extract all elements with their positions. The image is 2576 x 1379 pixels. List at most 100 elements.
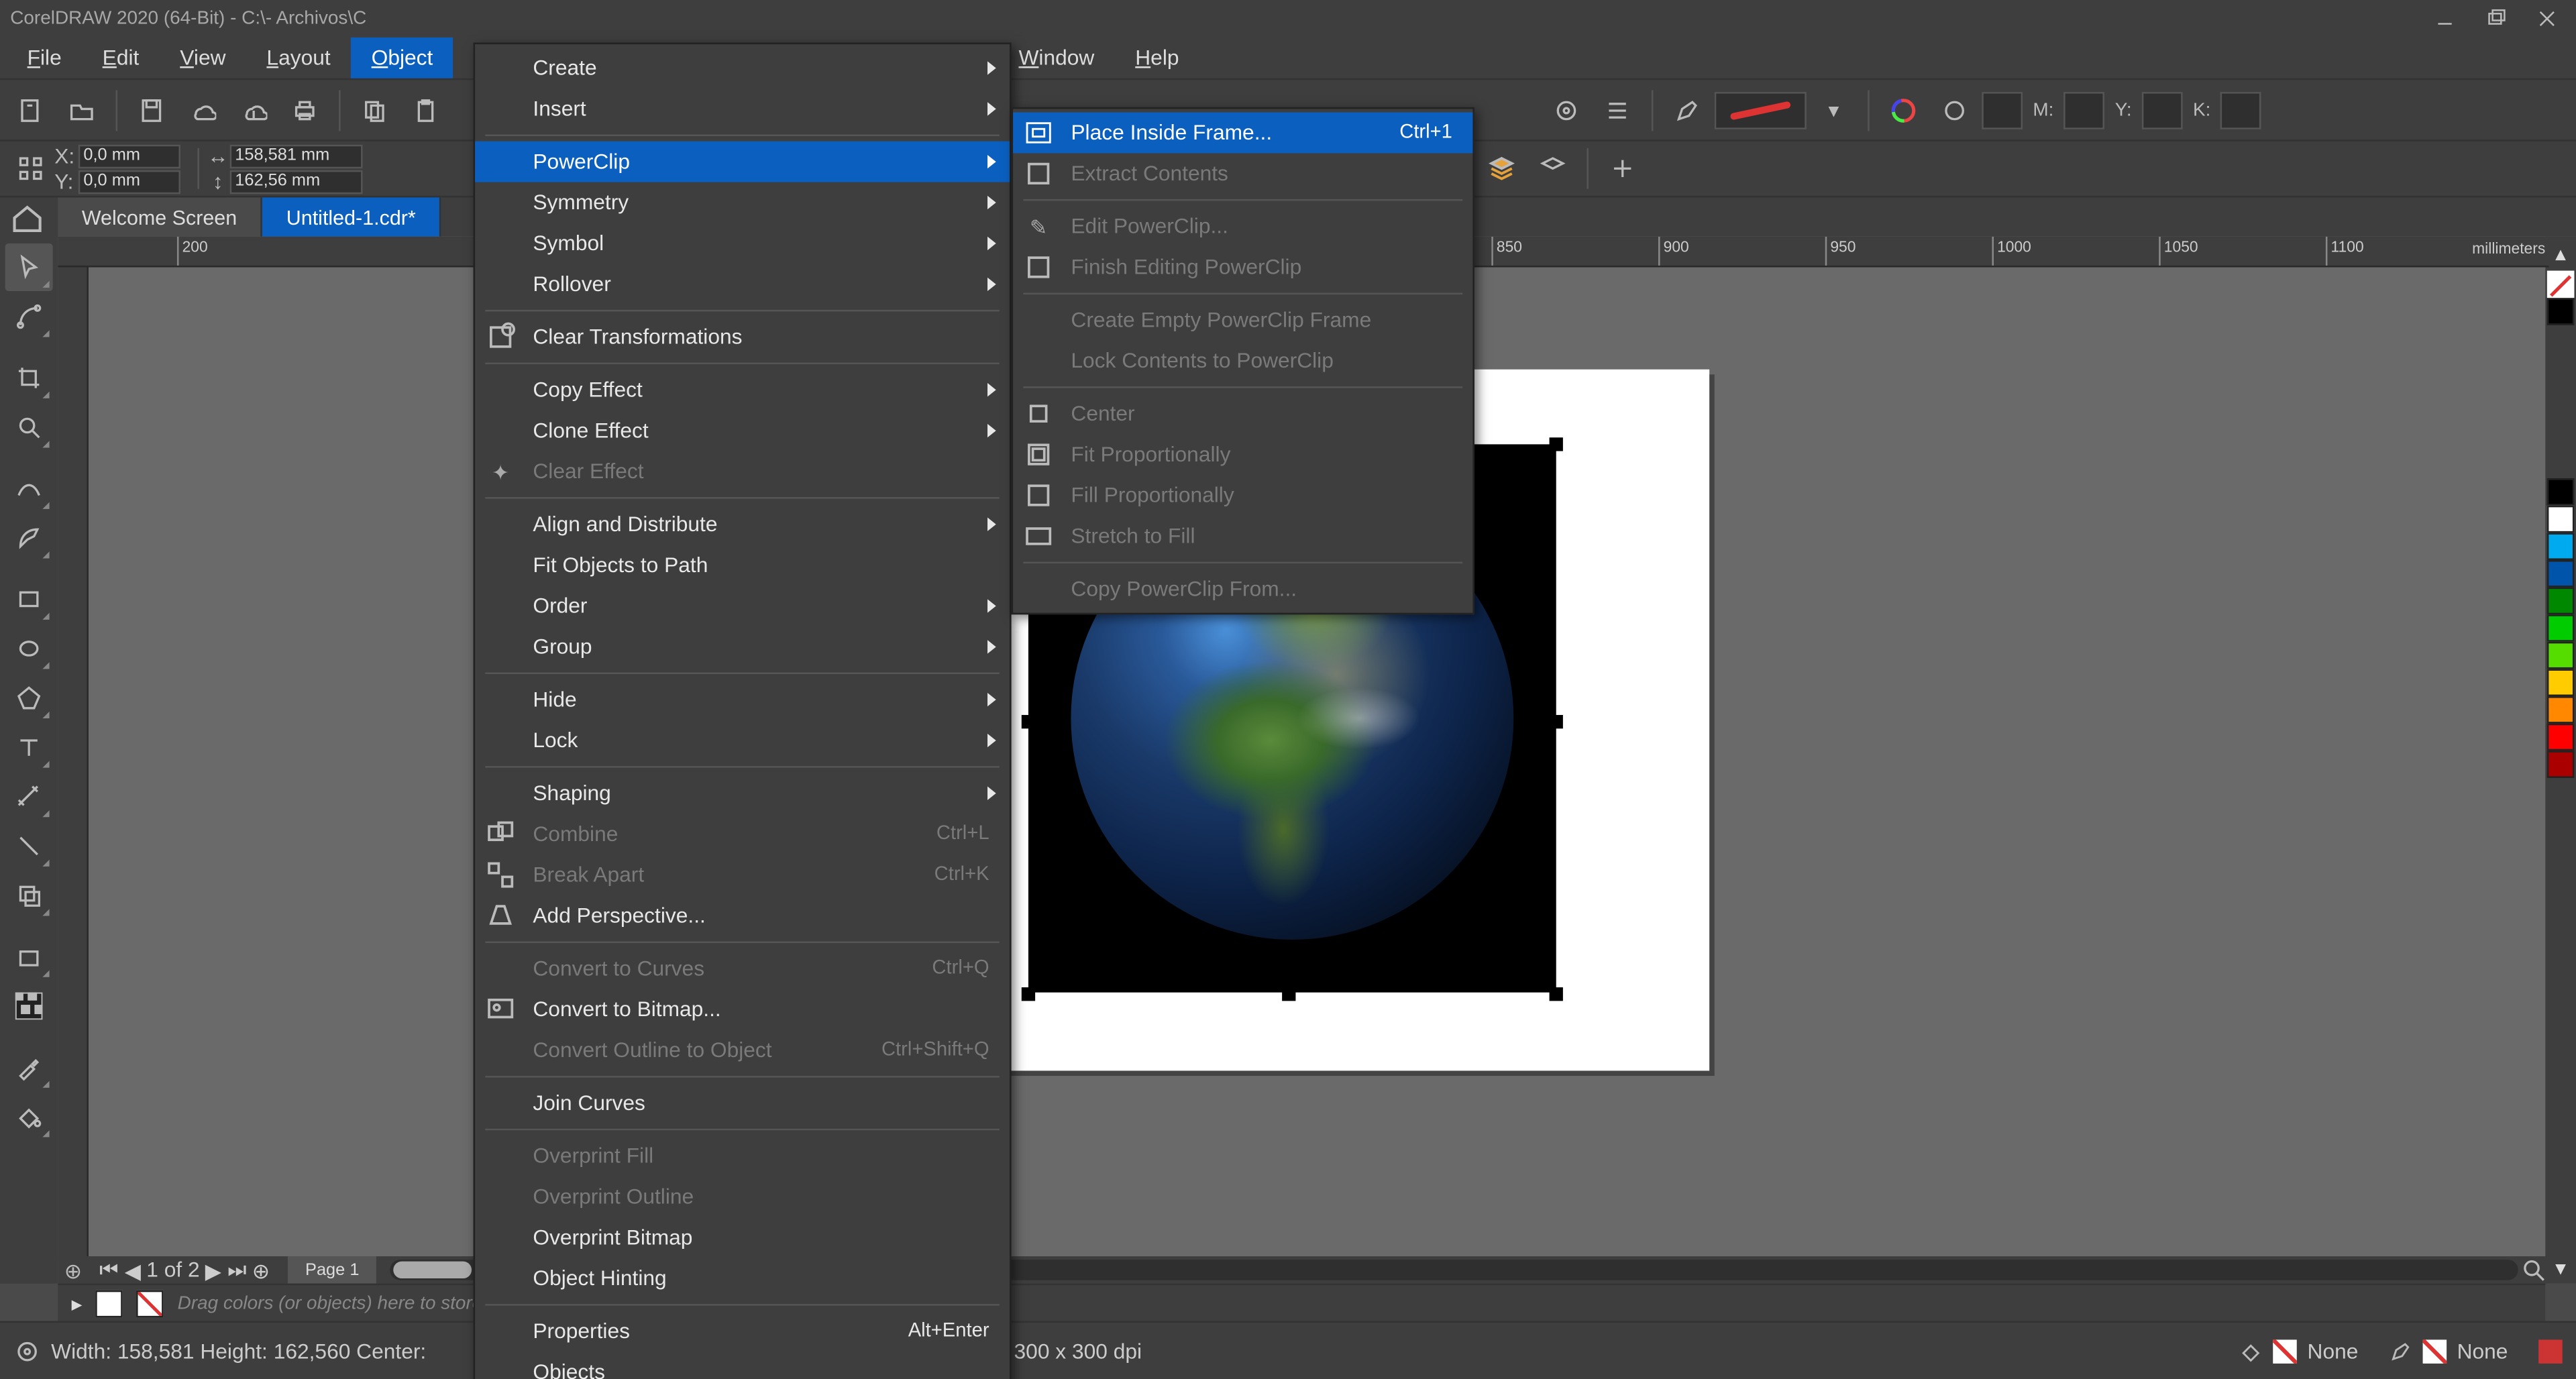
open-button[interactable] xyxy=(58,86,105,133)
mi-lock[interactable]: Lock xyxy=(475,720,1010,761)
color-swatch[interactable] xyxy=(2547,669,2575,696)
height-field[interactable] xyxy=(230,170,363,194)
menu-window[interactable]: Window xyxy=(998,38,1115,78)
cloud-save-button[interactable] xyxy=(230,86,278,133)
close-button[interactable] xyxy=(2525,3,2569,34)
transparency-tool[interactable] xyxy=(5,933,53,981)
color-swatch[interactable] xyxy=(2547,298,2575,325)
mi-overprint-bitmap[interactable]: Overprint Bitmap xyxy=(475,1217,1010,1258)
color-swatch[interactable] xyxy=(2547,533,2575,560)
color-swatch[interactable] xyxy=(2547,560,2575,588)
tab-document[interactable]: Untitled-1.cdr* xyxy=(262,197,441,236)
cmyk-y-field[interactable] xyxy=(2142,91,2183,129)
color-wheel-icon[interactable] xyxy=(1880,86,1927,133)
restore-button[interactable] xyxy=(2474,3,2518,34)
mi-hide[interactable]: Hide xyxy=(475,679,1010,720)
selection-handle[interactable] xyxy=(1022,715,1035,728)
no-color-swatch[interactable] xyxy=(2547,271,2575,298)
mi-group[interactable]: Group xyxy=(475,626,1010,667)
tray-no-color[interactable] xyxy=(137,1290,164,1317)
selection-handle[interactable] xyxy=(1022,987,1035,1001)
color-swatch[interactable] xyxy=(2547,724,2575,751)
zoom-tool[interactable] xyxy=(5,404,53,451)
mi-clone-effect[interactable]: Clone Effect xyxy=(475,410,1010,451)
page-add-icon[interactable]: ⊕ xyxy=(58,1258,89,1282)
add-button[interactable] xyxy=(1599,145,1646,192)
tab-welcome[interactable]: Welcome Screen xyxy=(58,197,262,236)
selection-handle[interactable] xyxy=(1550,715,1563,728)
page-tab[interactable]: Page 1 xyxy=(288,1256,376,1284)
save-button[interactable] xyxy=(127,86,175,133)
vertical-ruler[interactable] xyxy=(58,267,89,1256)
color-swatch[interactable] xyxy=(2547,614,2575,642)
text-tool[interactable] xyxy=(5,724,53,771)
color-swatch[interactable] xyxy=(2547,478,2575,506)
mi-place-inside-frame[interactable]: Place Inside Frame...Ctrl+1 xyxy=(1013,113,1472,154)
tray-expand-icon[interactable]: ▸ xyxy=(72,1290,83,1316)
rectangle-tool[interactable] xyxy=(5,575,53,623)
menu-layout[interactable]: Layout xyxy=(246,38,351,78)
mi-properties[interactable]: PropertiesAlt+Enter xyxy=(475,1311,1010,1352)
cmyk-m-field[interactable] xyxy=(2064,91,2105,129)
paste-button[interactable] xyxy=(402,86,449,133)
document-color-tray[interactable]: ▸ Drag colors (or objects) here to store… xyxy=(58,1284,2545,1321)
palette-down-button[interactable]: ▾ xyxy=(2555,1255,2566,1280)
options-button[interactable] xyxy=(1542,86,1590,133)
cmyk-c-field[interactable] xyxy=(1982,91,2023,129)
layers2-icon[interactable] xyxy=(1529,145,1576,192)
mi-powerclip[interactable]: PowerClip xyxy=(475,142,1010,182)
palette-up-button[interactable]: ▴ xyxy=(2555,240,2566,266)
shape-tool[interactable] xyxy=(5,293,53,341)
freehand-tool[interactable] xyxy=(5,465,53,512)
mi-shaping[interactable]: Shaping xyxy=(475,773,1010,814)
pen-icon[interactable] xyxy=(1664,86,1711,133)
polygon-tool[interactable] xyxy=(5,674,53,722)
home-tab-icon[interactable] xyxy=(10,201,44,235)
menu-view[interactable]: View xyxy=(160,38,246,78)
mi-join-curves[interactable]: Join Curves xyxy=(475,1083,1010,1123)
scroll-thumb[interactable] xyxy=(393,1262,472,1278)
color-swatch[interactable] xyxy=(2547,751,2575,778)
minimize-button[interactable] xyxy=(2423,3,2467,34)
mi-clear-transformations[interactable]: Clear Transformations xyxy=(475,317,1010,357)
outline-preview[interactable] xyxy=(1715,91,1807,129)
page-next-button[interactable]: ▶ xyxy=(203,1257,223,1282)
tray-swatch[interactable] xyxy=(96,1290,123,1317)
mi-insert[interactable]: Insert xyxy=(475,89,1010,129)
mi-create[interactable]: Create xyxy=(475,48,1010,89)
menu-edit[interactable]: Edit xyxy=(82,38,160,78)
mi-fit-path[interactable]: Fit Objects to Path xyxy=(475,545,1010,586)
menu-help[interactable]: Help xyxy=(1115,38,1199,78)
mi-convert-bitmap[interactable]: Convert to Bitmap... xyxy=(475,989,1010,1030)
outline-none-swatch[interactable] xyxy=(2423,1339,2447,1364)
fill-bucket-icon[interactable] xyxy=(2239,1339,2263,1364)
page-last-button[interactable]: ⏭ xyxy=(227,1257,247,1282)
checker-icon[interactable] xyxy=(5,982,53,1030)
eyedrop2-icon[interactable] xyxy=(1931,86,1978,133)
outline-dropdown[interactable]: ▾ xyxy=(1810,86,1858,133)
print-button[interactable] xyxy=(281,86,329,133)
fill-tool[interactable] xyxy=(5,1093,53,1140)
eyedropper-tool[interactable] xyxy=(5,1044,53,1091)
mi-rollover[interactable]: Rollover xyxy=(475,264,1010,305)
mi-objects[interactable]: Objects xyxy=(475,1352,1010,1379)
cmyk-k-field[interactable] xyxy=(2221,91,2262,129)
navigator-icon[interactable] xyxy=(2518,1258,2549,1282)
page-add-button[interactable]: ⊕ xyxy=(251,1257,271,1282)
mi-order[interactable]: Order xyxy=(475,586,1010,626)
new-doc-button[interactable] xyxy=(7,86,54,133)
selection-handle[interactable] xyxy=(1550,437,1563,451)
page-prev-button[interactable]: ◀ xyxy=(123,1257,143,1282)
effects-tool[interactable] xyxy=(5,871,53,919)
connector-tool[interactable] xyxy=(5,822,53,870)
color-swatch[interactable] xyxy=(2547,642,2575,669)
copy-button[interactable] xyxy=(351,86,398,133)
pen-icon[interactable] xyxy=(2389,1339,2413,1364)
page-first-button[interactable]: ⏮ xyxy=(99,1257,119,1282)
mi-perspective[interactable]: Add Perspective... xyxy=(475,895,1010,936)
crop-tool[interactable] xyxy=(5,354,53,402)
options2-button[interactable] xyxy=(1594,86,1642,133)
pick-tool[interactable] xyxy=(5,243,53,291)
mi-align[interactable]: Align and Distribute xyxy=(475,504,1010,545)
selection-handle[interactable] xyxy=(1282,987,1295,1001)
